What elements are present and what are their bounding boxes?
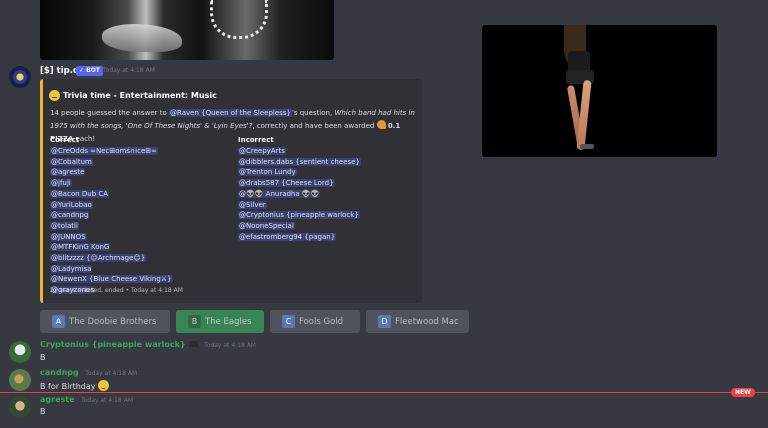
correct-user[interactable]: @MTFKinG KonG (50, 243, 111, 252)
embed-footer: 23 users entered, ended • Today at 4:18 … (50, 287, 183, 294)
incorrect-user[interactable]: @drabs587 {Cheese Lord} (238, 179, 335, 188)
correct-user[interactable]: @jfuji (50, 179, 72, 188)
answer-letter: C (282, 315, 295, 328)
message-timestamp: Today at 4:18 AM (204, 342, 256, 349)
bot-avatar[interactable] (9, 66, 31, 88)
correct-list: @CreOdds ∞Nec⊞omś∩ice⊞∞ @Cobaltum @agres… (50, 146, 173, 296)
correct-user[interactable]: @blitzzzz {☺Archmage☺} (50, 254, 147, 263)
correct-user[interactable]: @Cobaltum (50, 157, 93, 166)
message-username[interactable]: Cryptonius {pineapple warlock} (40, 340, 186, 349)
embed-title: Trivia time - Entertainment: Music (49, 90, 217, 101)
desc-suffix: , correctly and have been awarded (252, 122, 377, 130)
message-text: B for Birthday (40, 382, 96, 391)
hat-icon (188, 341, 198, 347)
message-text-row: B for Birthday (40, 380, 110, 391)
answer-label: The Eagles (205, 316, 252, 327)
desc-mid: 's question, (291, 109, 335, 117)
new-messages-divider (0, 392, 768, 393)
user-avatar[interactable] (9, 341, 31, 363)
incorrect-heading: Incorrect (238, 136, 274, 144)
attached-image-top[interactable] (40, 0, 334, 60)
incorrect-user[interactable]: @CreepyArts (238, 147, 286, 155)
desc-prefix: 14 people guessed the answer to (50, 109, 170, 117)
message-text: B (40, 407, 46, 416)
correct-user[interactable]: @CreOdds ∞Nec⊞omś∩ice⊞∞ (50, 147, 158, 155)
correct-user[interactable]: @NewenX {Blue Cheese Viking⚔} (50, 275, 173, 284)
answer-letter: B (188, 315, 201, 328)
answer-label: Fools Gold (299, 316, 344, 327)
user-avatar[interactable] (9, 369, 31, 391)
correct-heading: Correct (50, 136, 80, 144)
message-header: agreste Today at 4:18 AM (40, 395, 133, 404)
image-hand-shape (102, 24, 182, 52)
pizza-icon (376, 120, 386, 129)
footer-count: 23 users entered, ended (50, 287, 124, 294)
correct-user[interactable]: @Bacon Dub CA (50, 189, 110, 198)
incorrect-user[interactable]: @👽👽 Anuradha 👽👽 (238, 189, 321, 198)
answer-button-b[interactable]: B The Eagles (176, 310, 264, 333)
correct-user[interactable]: @tolatli (50, 221, 79, 230)
image-necklace-shape (210, 0, 268, 39)
correct-user[interactable]: @agreste (50, 168, 86, 177)
message-text: B (40, 353, 46, 362)
message-username[interactable]: agreste (40, 395, 75, 404)
message-timestamp: Today at 4:18 AM (81, 397, 133, 404)
footer-time: Today at 4:18 AM (131, 287, 183, 294)
embed-description: 14 people guessed the answer to @Raven {… (50, 107, 415, 146)
new-badge: NEW (731, 388, 755, 397)
message-header: candnpg Today at 4:18 AM (40, 368, 137, 377)
correct-user[interactable]: @Ladymisa (50, 264, 93, 273)
incorrect-user[interactable]: @efastromberg94 {pagan} (238, 232, 337, 241)
answer-button-c[interactable]: C Fools Gold (270, 310, 360, 333)
figure-shoe (580, 144, 594, 149)
correct-user[interactable]: @JUNNOS (50, 232, 87, 241)
incorrect-user[interactable]: @Trenton Lundy (238, 168, 297, 177)
smile-emoji-icon (98, 380, 110, 391)
incorrect-user[interactable]: @NooneSpecial (238, 221, 295, 230)
correct-user[interactable]: @YuriLobao (50, 200, 93, 209)
answer-label: Fleetwood Mac (395, 316, 459, 327)
incorrect-user[interactable]: @dibblers.dabs {sentient cheese} (238, 157, 361, 166)
message-timestamp: Today at 4:18 AM (85, 370, 138, 377)
footer-separator: • (125, 287, 130, 294)
answer-button-a[interactable]: A The Doobie Brothers (40, 310, 170, 333)
embedded-image-dancer[interactable] (482, 25, 717, 157)
message-header: Cryptonius {pineapple warlock} Today at … (40, 340, 256, 349)
correct-user[interactable]: @candnpg (50, 211, 90, 220)
thinking-face-icon (49, 90, 60, 101)
answer-letter: D (378, 315, 391, 328)
message-username[interactable]: candnpg (40, 368, 79, 377)
answer-label: The Doobie Brothers (69, 316, 157, 327)
incorrect-user[interactable]: @Silver (238, 200, 267, 209)
answer-letter: A (52, 315, 65, 328)
user-avatar[interactable] (9, 396, 31, 418)
mention-raven[interactable]: @Raven {Queen of the Sleepless} (169, 109, 292, 117)
incorrect-user[interactable]: @Cryptonius {pineapple warlock} (238, 211, 360, 220)
answer-button-d[interactable]: D Fleetwood Mac (366, 310, 469, 333)
incorrect-list: @CreepyArts @dibblers.dabs {sentient che… (238, 146, 361, 242)
embed-title-text: Trivia time - Entertainment: Music (63, 91, 217, 100)
bot-badge: ✓ BOT (76, 66, 103, 76)
bot-timestamp: Today at 4:18 AM (103, 67, 155, 74)
